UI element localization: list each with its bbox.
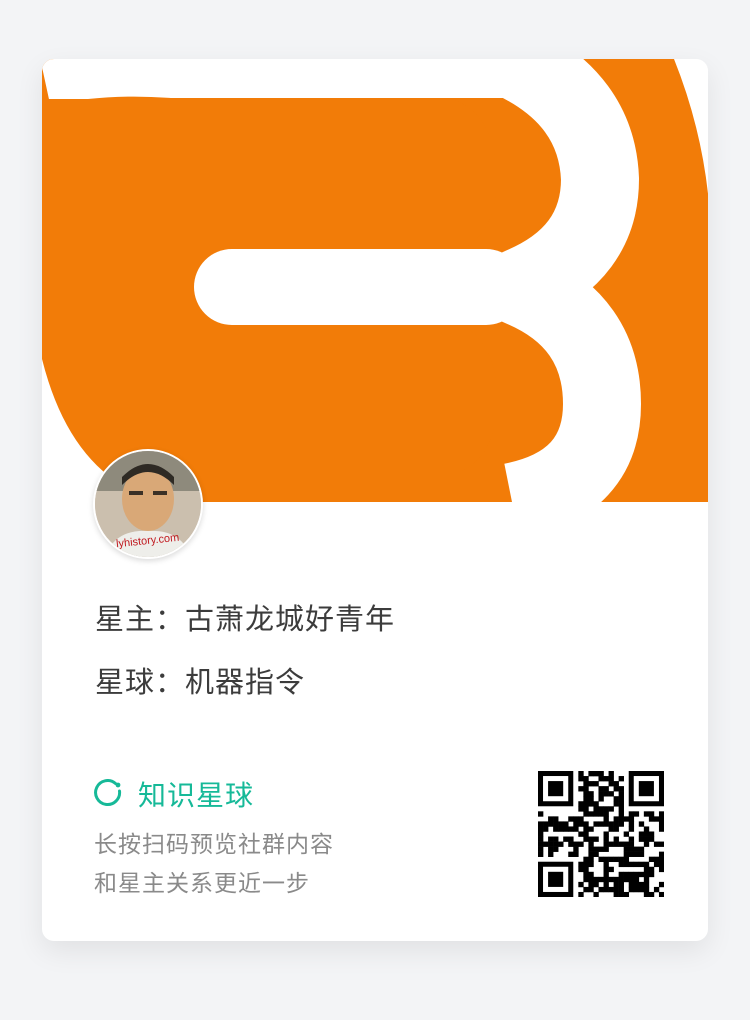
banner-image	[42, 59, 708, 502]
planet-line: 星球：机器指令	[95, 659, 305, 701]
owner-separator: ：	[155, 602, 186, 636]
qr-code[interactable]	[538, 771, 664, 897]
planet-separator: ：	[155, 665, 186, 699]
zsxq-ring-icon	[94, 779, 122, 806]
owner-name: 古萧龙城好青年	[185, 602, 396, 636]
owner-label: 星主	[95, 602, 156, 636]
owner-line: 星主：古萧龙城好青年	[95, 596, 395, 638]
orange-b-logo	[42, 59, 708, 502]
planet-name: 机器指令	[185, 665, 306, 699]
brand-name: 知识星球	[138, 779, 255, 812]
owner-avatar: lyhistory.com	[93, 449, 203, 559]
scan-hint-line-2: 和星主关系更近一步	[94, 871, 310, 897]
planet-label: 星球	[95, 665, 156, 699]
planet-share-card: lyhistory.com 星主：古萧龙城好青年 星球：机器指令 知识星球 长按…	[42, 59, 708, 941]
brand: 知识星球	[93, 774, 254, 814]
scan-hint-line-1: 长按扫码预览社群内容	[94, 832, 334, 858]
